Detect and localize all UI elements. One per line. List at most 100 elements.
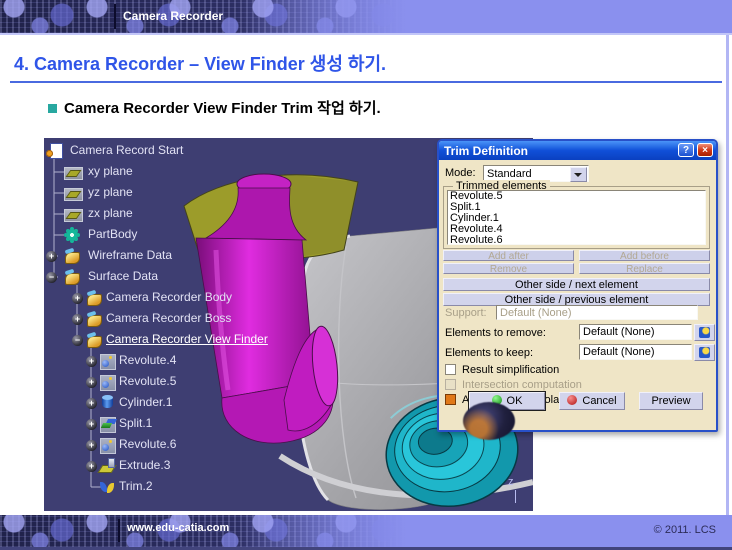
trimmed-elements-list[interactable]: Revolute.5Split.1Cylinder.1Revolute.4Rev… xyxy=(447,190,706,245)
feature-tree[interactable]: Camera Record Start xy plane yz plane zx pl… xyxy=(44,138,344,511)
z-axis-indicator: z xyxy=(508,476,514,488)
checkbox-box[interactable] xyxy=(445,394,456,405)
tree-item-zx-plane[interactable]: zx plane xyxy=(44,205,344,224)
tree-item-camera-record-start[interactable]: Camera Record Start xyxy=(44,142,344,161)
tree-item-yz-plane[interactable]: yz plane xyxy=(44,184,344,203)
checkbox-intersection-computation: Intersection computation xyxy=(445,379,705,392)
plane-icon xyxy=(64,206,80,222)
tree-item-revolute-6[interactable]: +Revolute.6 xyxy=(44,436,344,455)
page-title: 4. Camera Recorder – View Finder 생성 하기. xyxy=(14,50,386,76)
tree-item-camera-recorder-boss[interactable]: + Camera Recorder Boss xyxy=(44,310,344,329)
tree-item-camera-recorder-body[interactable]: +Camera Recorder Body xyxy=(44,289,344,308)
expand-icon[interactable]: + xyxy=(86,419,97,430)
surf-icon xyxy=(86,332,102,348)
tree-item-label: Camera Recorder View Finder xyxy=(106,332,268,346)
surf-icon xyxy=(86,311,102,327)
ext-icon xyxy=(100,458,116,474)
footer-separator xyxy=(118,519,120,542)
expand-icon[interactable]: + xyxy=(86,356,97,367)
support-field[interactable]: Default (None) xyxy=(496,305,698,320)
tree-item-label: Split.1 xyxy=(119,416,152,430)
cyl-icon xyxy=(100,395,116,411)
tree-item-label: Cylinder.1 xyxy=(119,395,172,409)
remove-button[interactable]: Remove xyxy=(443,263,574,274)
tree-item-revolute-4[interactable]: + Revolute.4 xyxy=(44,352,344,371)
header-title: Camera Recorder xyxy=(123,9,223,23)
preview-button[interactable]: Preview xyxy=(639,392,703,410)
tree-item-split-1[interactable]: + Split.1 xyxy=(44,415,344,434)
tree-item-label: Camera Record Start xyxy=(70,143,183,157)
tree-item-label: Wireframe Data xyxy=(88,248,172,262)
tree-item-label: Revolute.5 xyxy=(119,374,176,388)
plane-icon xyxy=(64,185,80,201)
list-item[interactable]: Revolute.5 xyxy=(448,191,705,202)
header-bar xyxy=(0,0,732,35)
header-pattern-fade xyxy=(240,0,430,33)
header-separator xyxy=(114,4,116,29)
checkbox-box xyxy=(445,379,456,390)
rev-icon xyxy=(100,437,116,453)
bullet-text: Camera Recorder View Finder Trim 작업 하기. xyxy=(64,97,381,118)
tree-item-extrude-3[interactable]: +Extrude.3 xyxy=(44,457,344,476)
dialog-titlebar[interactable]: Trim Definition ? × xyxy=(439,141,716,160)
expand-icon[interactable]: + xyxy=(72,314,83,325)
add-before-button[interactable]: Add before xyxy=(579,250,710,261)
expand-icon[interactable]: + xyxy=(46,251,57,262)
trim-definition-dialog: Trim Definition ? × Mode: Standard Trimm… xyxy=(437,139,718,432)
surf-icon xyxy=(86,290,102,306)
multi-select-icon[interactable] xyxy=(694,344,715,361)
slide: Camera Recorder 4. Camera Recorder – Vie… xyxy=(0,0,732,550)
collapse-icon[interactable]: − xyxy=(46,272,57,283)
tree-item-surface-data[interactable]: − Surface Data xyxy=(44,268,344,287)
checkbox-box[interactable] xyxy=(445,364,456,375)
render-sphere-artifact xyxy=(463,402,515,440)
other-side-next-button[interactable]: Other side / next element xyxy=(443,278,710,291)
tree-item-partbody[interactable]: PartBody xyxy=(44,226,344,245)
elements-to-keep-field[interactable]: Default (None) xyxy=(579,344,692,360)
bullet-square-icon xyxy=(48,104,57,113)
tree-item-label: Camera Recorder Boss xyxy=(106,311,231,325)
elements-to-remove-field[interactable]: Default (None) xyxy=(579,324,692,340)
mode-value: Standard xyxy=(487,168,532,180)
cancel-label: Cancel xyxy=(582,395,616,407)
collapse-icon[interactable]: − xyxy=(72,335,83,346)
footer-bar xyxy=(0,515,732,550)
tree-item-label: PartBody xyxy=(88,227,137,241)
expand-icon[interactable]: + xyxy=(86,377,97,388)
footer-site: www.edu-catia.com xyxy=(127,522,229,534)
checkbox-label: Result simplification xyxy=(462,364,559,376)
expand-icon[interactable]: + xyxy=(86,398,97,409)
tree-item-label: xy plane xyxy=(88,164,133,178)
chevron-down-icon[interactable] xyxy=(570,167,587,182)
tree-item-label: yz plane xyxy=(88,185,133,199)
expand-icon[interactable]: + xyxy=(72,293,83,304)
replace-button[interactable]: Replace xyxy=(579,263,710,274)
tree-item-trim-2[interactable]: Trim.2 xyxy=(44,478,344,497)
tree-item-revolute-5[interactable]: + Revolute.5 xyxy=(44,373,344,392)
checkbox-label: Intersection computation xyxy=(462,379,582,391)
split-icon xyxy=(100,416,116,432)
tree-item-wireframe-data[interactable]: + Wireframe Data xyxy=(44,247,344,266)
support-label: Support: xyxy=(445,307,487,319)
expand-icon[interactable]: + xyxy=(86,461,97,472)
multi-select-icon[interactable] xyxy=(694,324,715,341)
tree-item-label: Surface Data xyxy=(88,269,158,283)
elements-to-remove-label: Elements to remove: xyxy=(445,327,546,339)
cancel-button[interactable]: Cancel xyxy=(559,392,625,410)
close-icon[interactable]: × xyxy=(697,143,713,157)
partbody-icon xyxy=(64,227,80,243)
checkbox-result-simplification[interactable]: Result simplification xyxy=(445,364,705,377)
tree-item-camera-recorder-view-finder[interactable]: − Camera Recorder View Finder xyxy=(44,331,344,350)
add-after-button[interactable]: Add after xyxy=(443,250,574,261)
plane-icon xyxy=(64,164,80,180)
list-item[interactable]: Revolute.6 xyxy=(448,235,705,245)
surf-icon xyxy=(64,269,80,285)
trim-icon xyxy=(100,479,116,495)
help-icon[interactable]: ? xyxy=(678,143,694,157)
rev-icon xyxy=(100,374,116,390)
tree-item-cylinder-1[interactable]: + Cylinder.1 xyxy=(44,394,344,413)
tree-item-label: Revolute.4 xyxy=(119,353,176,367)
surf-icon xyxy=(64,248,80,264)
tree-item-xy-plane[interactable]: xy plane xyxy=(44,163,344,182)
expand-icon[interactable]: + xyxy=(86,440,97,451)
